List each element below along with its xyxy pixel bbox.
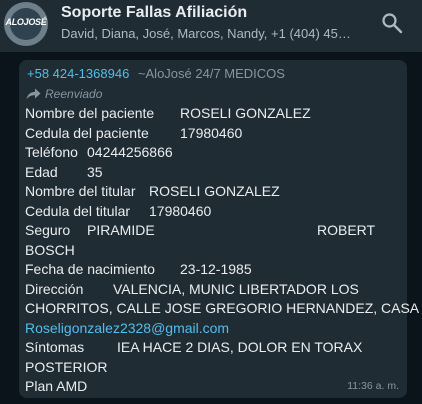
field-value-continued: POSTERIOR <box>25 358 108 375</box>
sender-info: +58 424-1368946 ~AloJosé 24/7 MEDICOS <box>27 66 285 81</box>
field-value: IEA HACE 2 DIAS, DOLOR EN TORAX <box>117 339 363 355</box>
insurance-line-2: BOSCH <box>25 241 403 261</box>
avatar-logo-text: ALOJOSÉ <box>5 17 47 27</box>
field-label: Nombre del paciente <box>25 105 155 121</box>
field-value: ROSELI GONZALEZ <box>149 183 280 199</box>
field-label: Teléfono <box>25 144 78 160</box>
symptoms-line-2: POSTERIOR <box>25 358 403 378</box>
forward-arrow-icon <box>26 88 41 100</box>
field-value: 17980460 <box>149 202 212 219</box>
chat-members[interactable]: David, Diana, José, Marcos, Nandy, +1 (4… <box>61 26 353 41</box>
field-value: 23-12-1985 <box>180 261 252 277</box>
field-label: Nombre del titular <box>25 183 136 199</box>
patient-name-line: Nombre del paciente ROSELI GONZALEZ <box>25 104 403 124</box>
field-value: 04244256866 <box>87 144 173 160</box>
field-label: Fecha de nacimiento <box>25 261 155 277</box>
forwarded-label: Reenviado <box>26 87 102 101</box>
field-value-continued: BOSCH <box>25 241 75 258</box>
field-label: Dirección <box>25 280 84 297</box>
email-link[interactable]: Roseligonzalez2328@gmail.com <box>25 320 229 336</box>
holder-name-line: Nombre del titular ROSELI GONZALEZ <box>25 182 403 202</box>
symptoms-line: Síntomas IEA HACE 2 DIAS, DOLOR EN TORAX <box>25 338 403 358</box>
field-value: 17980460 <box>180 124 243 141</box>
field-label: Seguro <box>25 222 71 238</box>
plan-text: Plan AMD <box>25 378 88 394</box>
address-line-2: CHORRITOS, CALLE JOSE GREGORIO HERNANDEZ… <box>25 299 422 319</box>
address-line: Dirección VALENCIA, MUNIC LIBERTADOR LOS <box>25 280 403 300</box>
message-timestamp: 11:36 a. m. <box>347 380 399 392</box>
chat-header[interactable]: ALOJOSÉ Soporte Fallas Afiliación David,… <box>0 0 422 52</box>
group-avatar[interactable]: ALOJOSÉ <box>4 2 48 46</box>
field-value: VALENCIA, MUNIC LIBERTADOR LOS <box>113 280 359 297</box>
sender-phone[interactable]: +58 424-1368946 <box>27 66 129 81</box>
sender-name: ~AloJosé 24/7 MEDICOS <box>137 66 285 81</box>
field-value-continued: ROBERT <box>317 222 376 238</box>
patient-id-line: Cedula del paciente 17980460 <box>25 124 403 144</box>
message-bubble[interactable]: +58 424-1368946 ~AloJosé 24/7 MEDICOS Re… <box>19 60 422 398</box>
field-label: Cedula del paciente <box>25 124 149 141</box>
age-line: Edad 35 <box>25 163 403 183</box>
field-label: Cedula del titular <box>25 202 131 219</box>
field-label: Edad <box>25 163 58 180</box>
email-line: Roseligonzalez2328@gmail.com <box>25 319 403 339</box>
holder-id-line: Cedula del titular 17980460 <box>25 202 403 222</box>
phone-line: Teléfono 04244256866 <box>25 143 403 163</box>
field-value-continued: CHORRITOS, CALLE JOSE GREGORIO HERNANDEZ… <box>25 300 422 316</box>
insurance-line: Seguro PIRAMIDE ROBERT <box>25 221 403 241</box>
message-text: Nombre del paciente ROSELI GONZALEZ Cedul… <box>25 104 422 397</box>
forwarded-text: Reenviado <box>45 87 103 101</box>
chat-title[interactable]: Soporte Fallas Afiliación <box>61 4 247 22</box>
field-value: ROSELI GONZALEZ <box>180 105 311 121</box>
field-value: PIRAMIDE <box>87 222 155 238</box>
search-icon[interactable] <box>380 11 404 35</box>
birth-date-line: Fecha de nacimiento 23-12-1985 <box>25 260 403 280</box>
field-value: 35 <box>87 163 103 180</box>
field-label: Síntomas <box>25 339 85 355</box>
